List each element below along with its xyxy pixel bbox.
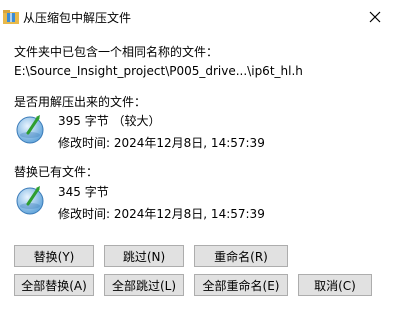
globe-file-icon bbox=[14, 113, 46, 145]
existing-file-size: 345 字节 bbox=[58, 185, 109, 199]
rename-all-button[interactable]: 全部重命名(E) bbox=[194, 274, 288, 296]
title-bar: 从压缩包中解压文件 bbox=[0, 0, 395, 34]
conflict-path: E:\Source_Insight_project\P005_drive...\… bbox=[14, 64, 303, 78]
conflict-question: 文件夹中已包含一个相同名称的文件： bbox=[14, 45, 219, 59]
existing-file-info: 345 字节 修改时间: 2024年12月8日, 14:57:39 bbox=[14, 184, 374, 244]
existing-heading: 替换已有文件： bbox=[14, 165, 99, 179]
extracted-file-size: 395 字节 （较大） bbox=[58, 114, 161, 128]
skip-all-button[interactable]: 全部跳过(L) bbox=[104, 274, 184, 296]
window-title: 从压缩包中解压文件 bbox=[23, 11, 132, 25]
close-button[interactable] bbox=[355, 0, 395, 34]
folder-zip-icon bbox=[3, 10, 19, 24]
cancel-button[interactable]: 取消(C) bbox=[298, 274, 372, 296]
rename-button[interactable]: 重命名(R) bbox=[194, 245, 288, 267]
close-icon bbox=[369, 11, 381, 23]
skip-button[interactable]: 跳过(N) bbox=[104, 245, 184, 267]
existing-file-modified: 修改时间: 2024年12月8日, 14:57:39 bbox=[58, 207, 265, 221]
replace-all-button[interactable]: 全部替换(A) bbox=[14, 274, 94, 296]
replace-button[interactable]: 替换(Y) bbox=[14, 245, 94, 267]
extracted-file-modified: 修改时间: 2024年12月8日, 14:57:39 bbox=[58, 136, 265, 150]
globe-file-icon bbox=[14, 184, 46, 216]
replace-with-heading: 是否用解压出来的文件： bbox=[14, 95, 147, 109]
